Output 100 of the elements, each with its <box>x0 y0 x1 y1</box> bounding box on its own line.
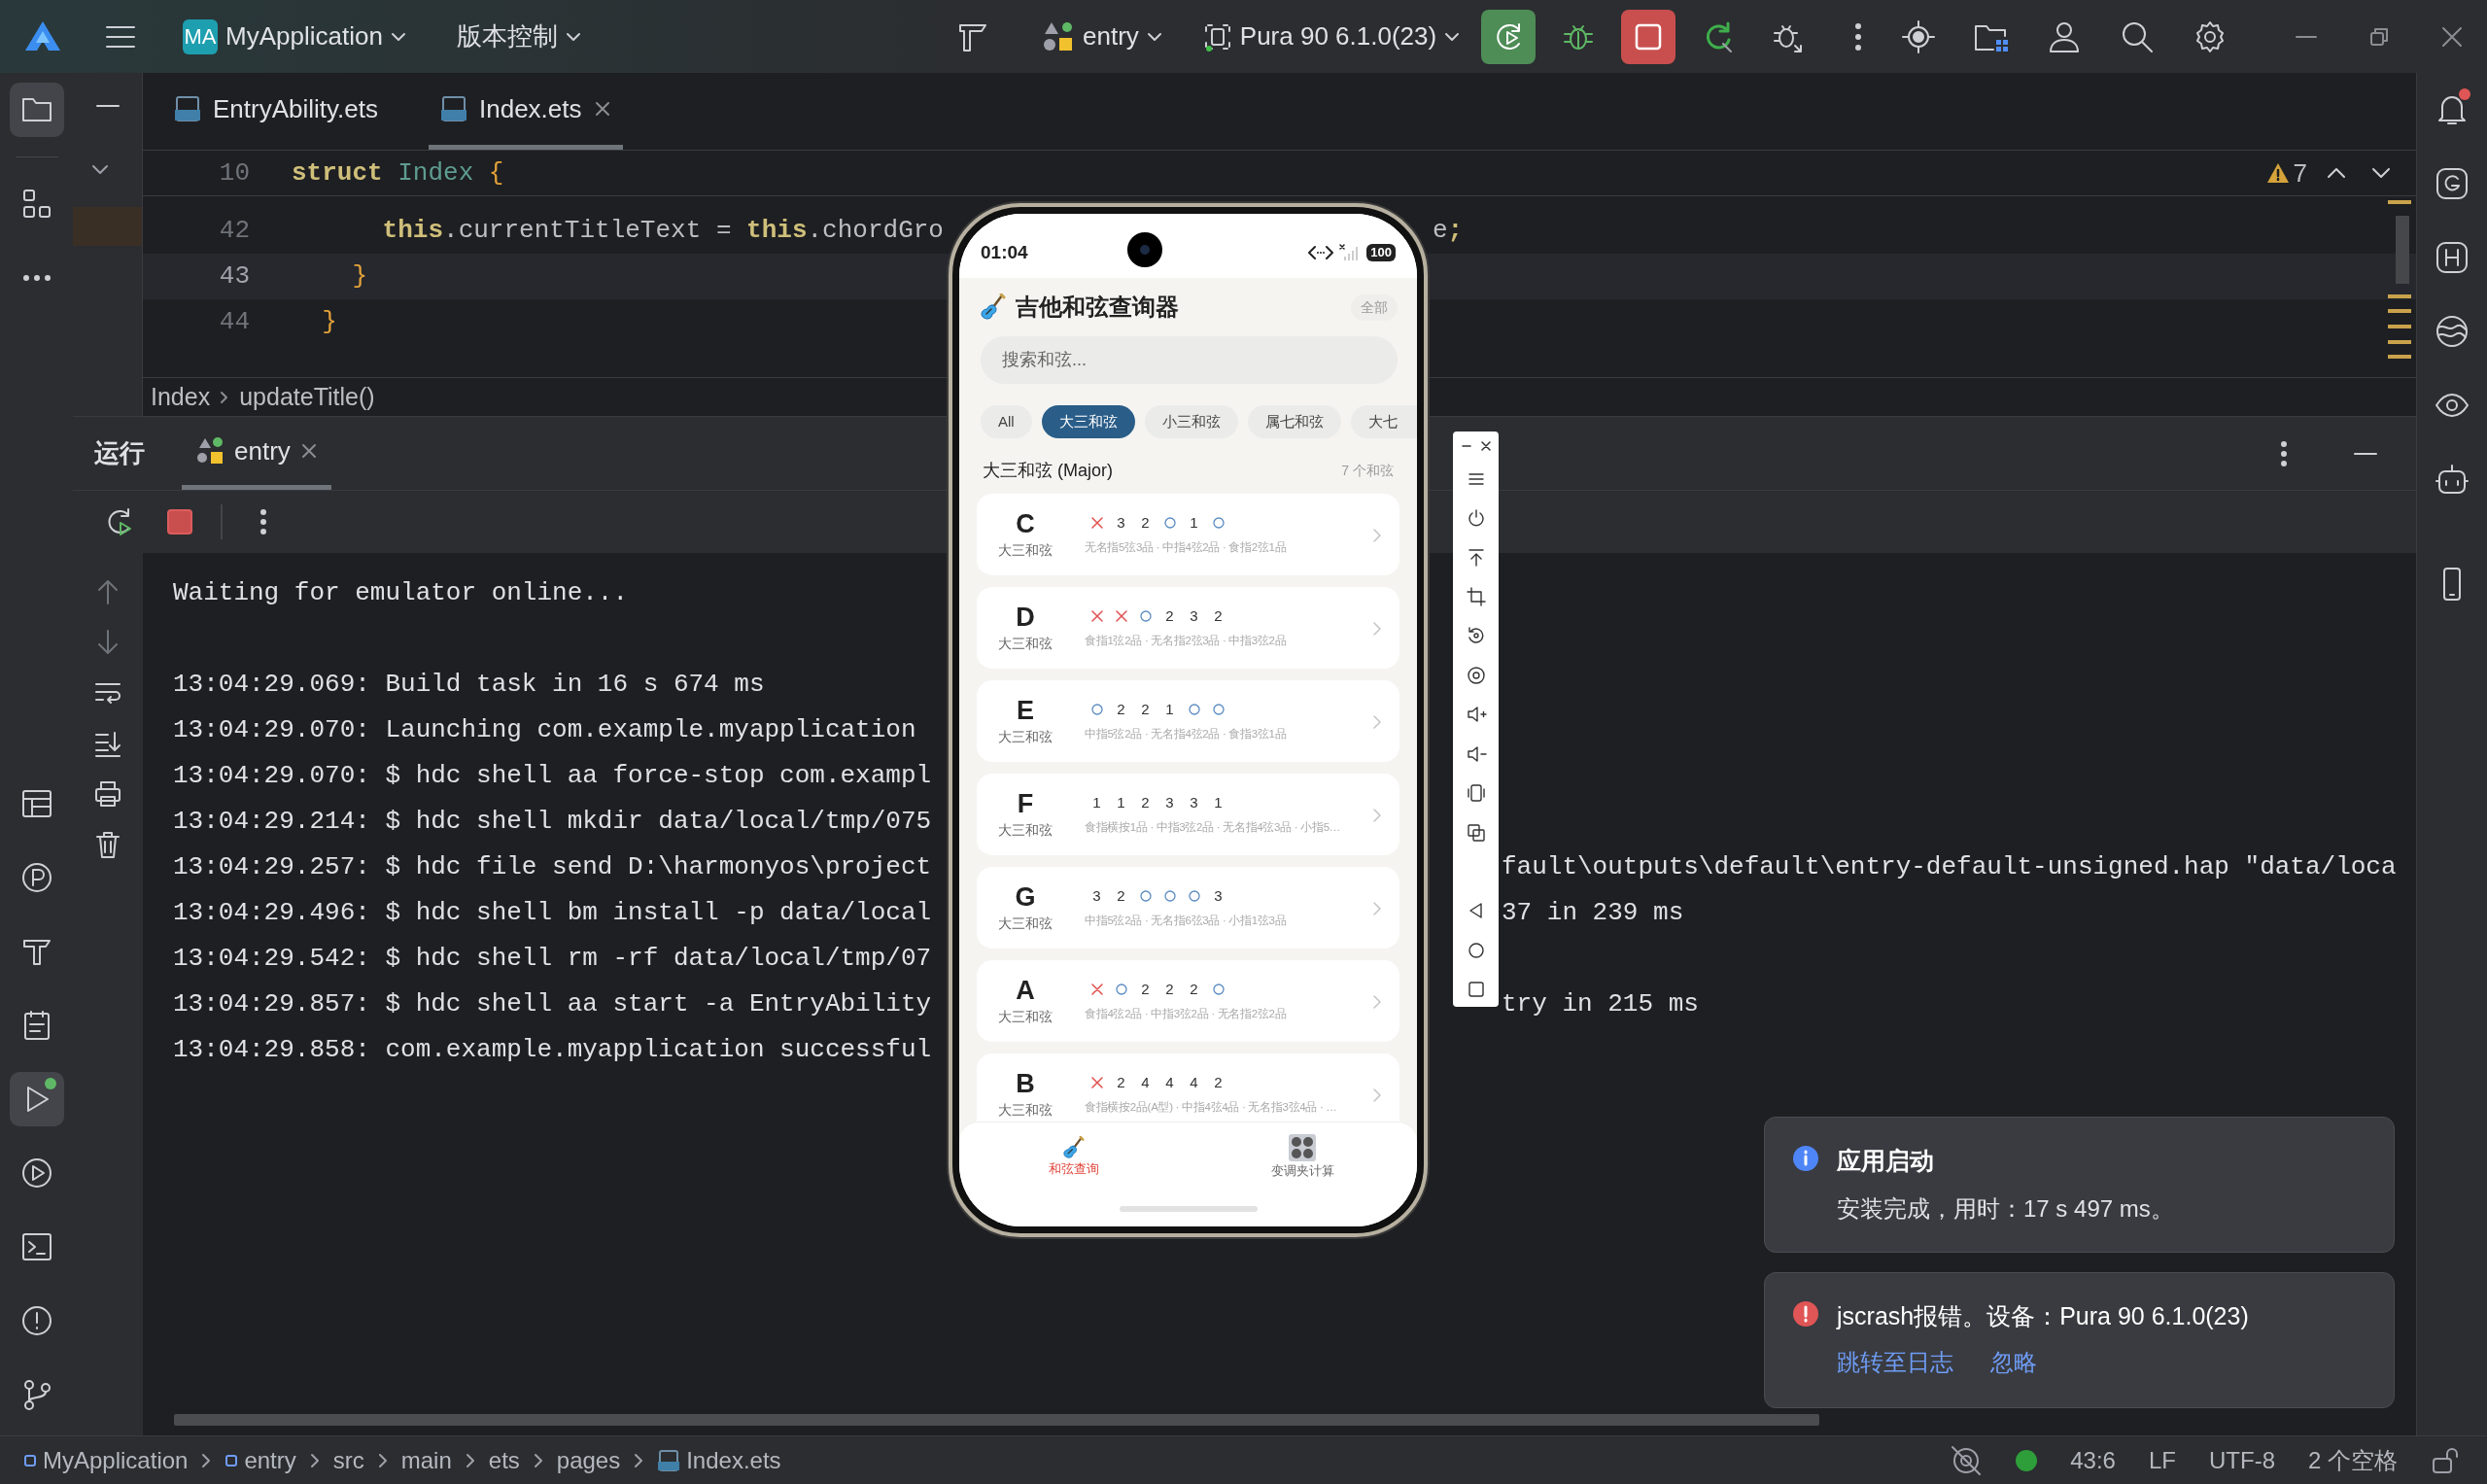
stop-button[interactable] <box>1621 9 1676 64</box>
fret-number: 2 <box>1141 699 1150 719</box>
chevron-up-icon <box>2327 167 2346 179</box>
chevron-icon <box>1372 807 1382 823</box>
line-number: 42 <box>218 215 250 247</box>
notification-link[interactable]: 忽略 <box>1990 1344 2037 1380</box>
circle-icon <box>1188 704 1200 715</box>
nav-tab[interactable]: 变调夹计算 <box>1188 1122 1417 1191</box>
fret-number: 2 <box>1117 885 1125 906</box>
panel-title: 运行 <box>94 437 145 469</box>
minimize-icon <box>95 104 120 108</box>
run-tool-button[interactable] <box>9 1072 64 1126</box>
chevron-icon <box>1372 713 1382 730</box>
chord-card[interactable]: B 大三和弦 2 4 4 4 2 食指横按2品(A型) · 中指4弦4品 · 无名指3弦4品 · … <box>977 1053 1399 1122</box>
path-item[interactable]: pages <box>556 1442 621 1478</box>
console-line: fault\outputs\default\entry-default-unsigned.hap "data/loca <box>1502 851 2397 883</box>
run-config-selector[interactable]: entry <box>1036 17 1168 55</box>
chord-type: 大三和弦 <box>998 730 1053 745</box>
editor-tab[interactable]: EntryAbility.ets <box>162 73 390 150</box>
scroll-to-end-icon <box>93 729 122 758</box>
path-item[interactable]: src <box>332 1442 364 1478</box>
fret-number: 3 <box>1214 885 1223 906</box>
cursor-position[interactable]: 43:6 <box>2070 1442 2116 1478</box>
chord-type: 大三和弦 <box>998 637 1053 652</box>
filter-chip[interactable]: 大七 <box>1350 405 1417 438</box>
warning-marker[interactable] <box>2388 294 2411 298</box>
module-icon <box>1042 19 1075 53</box>
fret-number: 2 <box>1165 979 1174 999</box>
kebab-icon <box>2280 439 2288 467</box>
chord-name: B <box>1016 1070 1035 1100</box>
indent-setting[interactable]: 2 个空格 <box>2308 1442 2398 1478</box>
warning-marker[interactable] <box>2388 200 2411 204</box>
code-line: this.currentTitleText = this.chordGro <box>381 215 945 247</box>
fret-number: 2 <box>1141 512 1150 533</box>
search-icon <box>2121 19 2154 53</box>
chord-name: G <box>1015 883 1036 914</box>
path-item[interactable]: MyApplication <box>23 1442 189 1478</box>
menu-icon <box>105 23 136 50</box>
camera-icon <box>1126 232 1162 267</box>
filter-chip[interactable]: 大三和弦 <box>1041 405 1135 438</box>
module-square-icon <box>23 1453 37 1467</box>
inspection-button[interactable] <box>1950 1443 1984 1477</box>
chord-count: 7 个和弦 <box>1341 462 1394 480</box>
chord-card[interactable]: A 大三和弦 2 2 2 食指4弦2品 · 中指3弦2品 · 无名指2弦2品 <box>977 960 1399 1042</box>
scrollbar-thumb[interactable] <box>2396 216 2409 284</box>
path-item[interactable]: Index.ets <box>657 1442 781 1478</box>
cross-icon <box>1090 1077 1103 1088</box>
trash-icon <box>93 830 122 859</box>
filter-chip[interactable]: 小三和弦 <box>1144 405 1238 438</box>
project-selector[interactable]: MA MyApplication <box>177 17 412 55</box>
close-icon <box>299 442 318 460</box>
cross-icon <box>1090 984 1103 995</box>
fret-number: 4 <box>1190 1072 1198 1092</box>
h-icon <box>2435 240 2470 275</box>
kebab-icon <box>259 508 267 535</box>
chevron-down-icon <box>2371 167 2391 179</box>
editor-tab[interactable]: Index.ets <box>429 73 623 150</box>
filter-chip[interactable]: All <box>981 405 1032 438</box>
chord-card[interactable]: F 大三和弦 1 1 2 3 3 1 食指横按1品 · 中指3弦2品 · 无名指4弦3品 · 小指5… <box>977 774 1399 855</box>
warning-count[interactable]: 7 <box>2265 154 2307 192</box>
horizontal-scrollbar[interactable] <box>174 1414 1819 1426</box>
dots-icon <box>21 275 52 281</box>
warning-icon <box>2265 162 2290 184</box>
search-field[interactable]: 搜索和弦... <box>981 336 1398 384</box>
warning-marker[interactable] <box>2388 309 2411 313</box>
chord-card[interactable]: C 大三和弦 3 2 1 无名指5弦3品 · 中指4弦2品 · 食指2弦1品 <box>977 494 1399 575</box>
breadcrumb-item[interactable]: updateTitle() <box>239 378 375 416</box>
fingering-text: 食指4弦2品 · 中指3弦2品 · 无名指2弦2品 <box>1085 1007 1287 1021</box>
warning-marker[interactable] <box>2388 340 2411 344</box>
path-item[interactable]: ets <box>488 1442 520 1478</box>
breadcrumb-item[interactable]: Index <box>151 378 211 416</box>
path-item[interactable]: main <box>400 1442 452 1478</box>
run-button[interactable] <box>1481 9 1537 64</box>
chord-card[interactable]: G 大三和弦 3 2 3 中指5弦2品 · 无名指6弦3品 · 小指1弦3品 <box>977 867 1399 949</box>
fingering-text: 食指1弦2品 · 无名指2弦3品 · 中指3弦2品 <box>1085 634 1287 648</box>
chord-type: 大三和弦 <box>998 916 1053 932</box>
project-button[interactable] <box>9 83 64 137</box>
chord-card[interactable]: E 大三和弦 2 2 1 中指5弦2品 · 无名指4弦2品 · 食指3弦1品 <box>977 680 1399 762</box>
caret-icon <box>390 31 406 42</box>
vcs-menu[interactable]: 版本控制 <box>450 17 587 55</box>
person-icon <box>2048 19 2081 53</box>
chevron-icon <box>309 1452 320 1468</box>
bookmark-highlight <box>73 207 142 246</box>
file-encoding[interactable]: UTF-8 <box>2209 1442 2275 1478</box>
chord-card[interactable]: D 大三和弦 2 3 2 食指1弦2品 · 无名指2弦3品 · 中指3弦2品 <box>977 587 1399 669</box>
filter-chip[interactable]: 属七和弦 <box>1247 405 1341 438</box>
warning-marker[interactable] <box>2388 355 2411 359</box>
fingering-text: 中指5弦2品 · 无名指6弦3品 · 小指1弦3品 <box>1085 914 1287 928</box>
read-only-button[interactable] <box>2431 1445 2460 1475</box>
line-number: 43 <box>218 260 250 293</box>
fret-number: 3 <box>1117 512 1125 533</box>
path-item[interactable]: entry <box>225 1442 296 1478</box>
speaker-grid-icon <box>1289 1133 1317 1161</box>
nav-tab[interactable]: 和弦查询 <box>959 1122 1189 1191</box>
device-selector[interactable]: Pura 90 6.1.0(23) <box>1196 17 1467 55</box>
layout-icon <box>19 787 53 820</box>
module-square-icon <box>225 1453 239 1467</box>
notification-link[interactable]: 跳转至日志 <box>1837 1344 1953 1380</box>
warning-marker[interactable] <box>2388 325 2411 328</box>
line-ending[interactable]: LF <box>2148 1442 2176 1478</box>
